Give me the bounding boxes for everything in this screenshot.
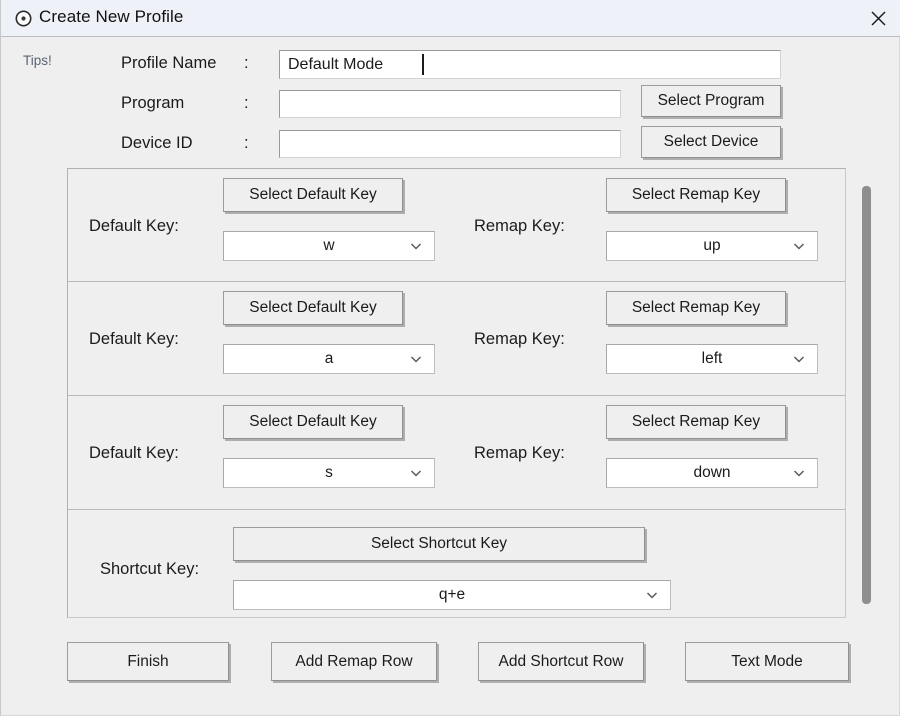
select-default-key-button-label: Select Default Key bbox=[249, 299, 377, 317]
add-remap-row-button[interactable]: Add Remap Row bbox=[271, 642, 437, 681]
tips-label: Tips! bbox=[23, 53, 52, 68]
select-default-key-button-label: Select Default Key bbox=[249, 186, 377, 204]
select-shortcut-key-button-label: Select Shortcut Key bbox=[371, 535, 507, 553]
default-key-select-value: a bbox=[325, 350, 334, 368]
shortcut-key-label: Shortcut Key: bbox=[100, 560, 199, 579]
window-title: Create New Profile bbox=[39, 7, 183, 27]
scrollbar-thumb[interactable] bbox=[862, 186, 871, 604]
create-new-profile-window: Create New Profile Tips! Profile Name : … bbox=[0, 0, 900, 716]
select-remap-key-button-label: Select Remap Key bbox=[632, 186, 760, 204]
add-shortcut-row-button[interactable]: Add Shortcut Row bbox=[478, 642, 644, 681]
remap-key-select[interactable]: up bbox=[606, 231, 818, 261]
close-icon bbox=[870, 10, 887, 27]
program-colon: : bbox=[244, 94, 249, 113]
add-shortcut-row-button-label: Add Shortcut Row bbox=[499, 653, 624, 671]
chevron-down-icon bbox=[792, 352, 806, 366]
select-remap-key-button[interactable]: Select Remap Key bbox=[606, 291, 786, 325]
table-row: Default Key: Select Default Key w Remap … bbox=[68, 169, 845, 282]
title-bar: Create New Profile bbox=[1, 0, 900, 37]
profile-name-colon: : bbox=[244, 54, 249, 73]
remap-key-select-value: down bbox=[693, 464, 730, 482]
shortcut-key-select-value: q+e bbox=[439, 586, 465, 604]
device-id-colon: : bbox=[244, 134, 249, 153]
default-key-label: Default Key: bbox=[89, 444, 179, 463]
text-mode-button[interactable]: Text Mode bbox=[685, 642, 849, 681]
shortcut-key-select[interactable]: q+e bbox=[233, 580, 671, 610]
default-key-label: Default Key: bbox=[89, 217, 179, 236]
select-program-button[interactable]: Select Program bbox=[641, 85, 781, 117]
device-id-label: Device ID bbox=[121, 134, 193, 153]
remap-key-select[interactable]: left bbox=[606, 344, 818, 374]
footer-button-bar: Finish Add Remap Row Add Shortcut Row Te… bbox=[1, 638, 900, 686]
chevron-down-icon bbox=[645, 588, 659, 602]
default-key-select[interactable]: a bbox=[223, 344, 435, 374]
text-mode-button-label: Text Mode bbox=[731, 653, 803, 671]
select-device-button[interactable]: Select Device bbox=[641, 126, 781, 158]
finish-button[interactable]: Finish bbox=[67, 642, 229, 681]
program-input[interactable] bbox=[279, 90, 621, 118]
select-device-button-label: Select Device bbox=[664, 133, 759, 151]
table-row: Default Key: Select Default Key a Remap … bbox=[68, 282, 845, 396]
chevron-down-icon bbox=[409, 466, 423, 480]
select-default-key-button[interactable]: Select Default Key bbox=[223, 405, 403, 439]
program-label: Program bbox=[121, 94, 184, 113]
remap-key-select-value: left bbox=[702, 350, 723, 368]
default-key-select-value: w bbox=[323, 237, 334, 255]
profile-name-input[interactable] bbox=[279, 50, 781, 79]
select-remap-key-button[interactable]: Select Remap Key bbox=[606, 405, 786, 439]
profile-name-label: Profile Name bbox=[121, 54, 216, 73]
remap-key-select[interactable]: down bbox=[606, 458, 818, 488]
chevron-down-icon bbox=[409, 352, 423, 366]
device-id-input[interactable] bbox=[279, 130, 621, 158]
remap-key-label: Remap Key: bbox=[474, 444, 565, 463]
default-key-label: Default Key: bbox=[89, 330, 179, 349]
select-program-button-label: Select Program bbox=[658, 92, 765, 110]
target-circle-icon bbox=[15, 10, 32, 27]
select-default-key-button[interactable]: Select Default Key bbox=[223, 291, 403, 325]
table-row: Default Key: Select Default Key s Remap … bbox=[68, 396, 845, 510]
select-remap-key-button-label: Select Remap Key bbox=[632, 299, 760, 317]
chevron-down-icon bbox=[792, 239, 806, 253]
default-key-select-value: s bbox=[325, 464, 333, 482]
remap-key-label: Remap Key: bbox=[474, 217, 565, 236]
chevron-down-icon bbox=[792, 466, 806, 480]
remap-key-label: Remap Key: bbox=[474, 330, 565, 349]
add-remap-row-button-label: Add Remap Row bbox=[295, 653, 412, 671]
select-shortcut-key-button[interactable]: Select Shortcut Key bbox=[233, 527, 645, 561]
select-remap-key-button-label: Select Remap Key bbox=[632, 413, 760, 431]
finish-button-label: Finish bbox=[127, 653, 168, 671]
remap-key-select-value: up bbox=[703, 237, 720, 255]
close-button[interactable] bbox=[855, 0, 900, 37]
vertical-scrollbar[interactable] bbox=[856, 170, 878, 618]
select-default-key-button[interactable]: Select Default Key bbox=[223, 178, 403, 212]
table-row: Shortcut Key: Select Shortcut Key q+e bbox=[68, 510, 845, 617]
chevron-down-icon bbox=[409, 239, 423, 253]
default-key-select[interactable]: w bbox=[223, 231, 435, 261]
select-remap-key-button[interactable]: Select Remap Key bbox=[606, 178, 786, 212]
key-rows-panel: Default Key: Select Default Key w Remap … bbox=[67, 168, 846, 618]
default-key-select[interactable]: s bbox=[223, 458, 435, 488]
text-caret bbox=[422, 54, 424, 75]
select-default-key-button-label: Select Default Key bbox=[249, 413, 377, 431]
